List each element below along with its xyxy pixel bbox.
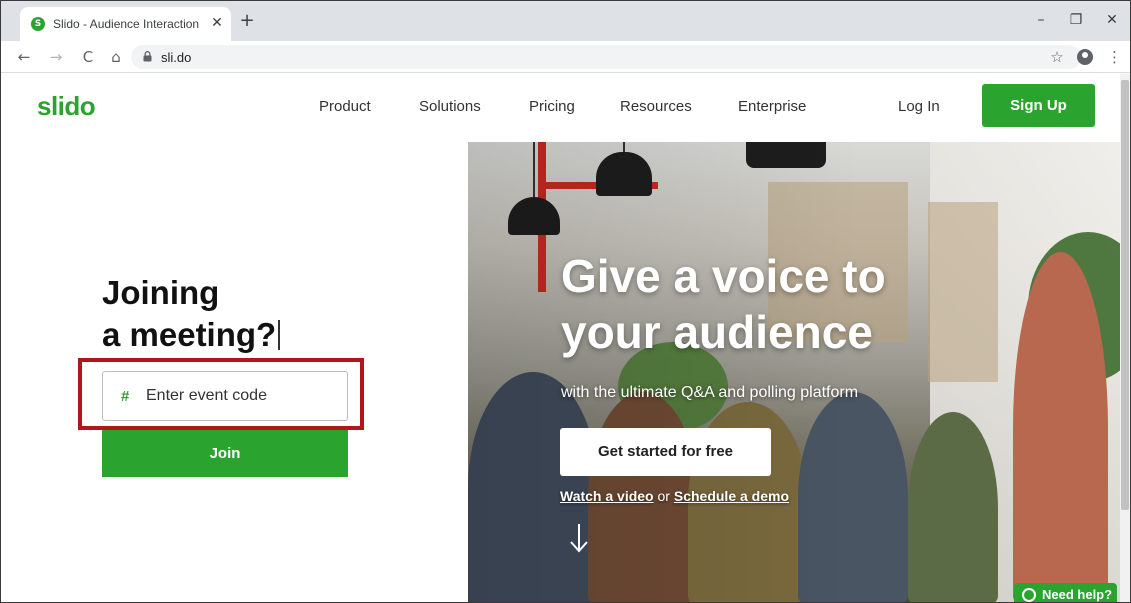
need-help-button[interactable]: Need help? (1014, 583, 1117, 602)
slido-logo[interactable]: slido (37, 91, 96, 122)
new-tab-icon[interactable]: + (237, 11, 257, 31)
address-bar: ← → C ⌂ sli.do ☆ ⋮ (1, 41, 1130, 73)
nav-resources[interactable]: Resources (620, 98, 692, 115)
hero-subtitle: with the ultimate Q&A and polling platfo… (561, 384, 859, 401)
page-scrollbar[interactable] (1120, 74, 1130, 602)
back-icon[interactable]: ← (13, 46, 35, 68)
hash-icon: # (121, 388, 130, 405)
schedule-demo-link[interactable]: Schedule a demo (674, 488, 789, 504)
hero-title-line1: Give a voice to (561, 250, 886, 302)
hero-title-line2: your audience (561, 306, 873, 358)
watch-video-link[interactable]: Watch a video (560, 488, 654, 504)
chat-bubble-icon (1022, 588, 1036, 602)
join-heading-line2: a meeting? (102, 314, 382, 356)
browser-window: S Slido - Audience Interaction Mad ✕ + –… (0, 0, 1131, 603)
nav-product[interactable]: Product (319, 98, 371, 115)
url-field[interactable]: sli.do (131, 45, 1081, 69)
browser-menu-icon[interactable]: ⋮ (1107, 46, 1122, 68)
nav-pricing[interactable]: Pricing (529, 98, 575, 115)
window-close-icon[interactable]: ✕ (1097, 9, 1127, 31)
text-caret (278, 320, 281, 350)
profile-avatar-icon[interactable] (1077, 49, 1093, 65)
reload-icon[interactable]: C (77, 46, 99, 68)
url-text: sli.do (161, 50, 192, 65)
login-link[interactable]: Log In (898, 98, 940, 115)
event-code-placeholder: Enter event code (146, 387, 267, 404)
restore-icon[interactable]: ❐ (1061, 9, 1091, 31)
bookmark-star-icon[interactable]: ☆ (1046, 46, 1068, 68)
minimize-icon[interactable]: – (1026, 9, 1056, 31)
hero-overlay (468, 142, 1120, 602)
join-heading: Joining a meeting? (102, 272, 382, 356)
browser-tab[interactable]: S Slido - Audience Interaction Mad ✕ (20, 7, 231, 41)
hero-links-or: or (653, 488, 674, 504)
join-heading-line1: Joining (102, 274, 220, 311)
hero-image: Give a voice to your audience with the u… (468, 142, 1120, 602)
tab-strip: S Slido - Audience Interaction Mad ✕ + –… (1, 1, 1130, 41)
nav-solutions[interactable]: Solutions (419, 98, 481, 115)
scroll-down-arrow-icon[interactable] (569, 522, 589, 554)
hero-links: Watch a video or Schedule a demo (560, 488, 789, 504)
tab-close-icon[interactable]: ✕ (208, 13, 226, 33)
hero-title: Give a voice to your audience (561, 248, 1101, 360)
sign-up-button[interactable]: Sign Up (982, 84, 1095, 127)
home-icon[interactable]: ⌂ (105, 46, 127, 68)
event-code-input[interactable]: # Enter event code (102, 371, 348, 421)
get-started-button[interactable]: Get started for free (560, 428, 771, 476)
join-button[interactable]: Join (102, 430, 348, 477)
lock-icon (143, 51, 152, 62)
join-heading-line2-text: a meeting? (102, 316, 277, 353)
web-page: slido Product Solutions Pricing Resource… (1, 74, 1130, 602)
nav-enterprise[interactable]: Enterprise (738, 98, 806, 115)
need-help-label: Need help? (1042, 587, 1113, 602)
slido-favicon-icon: S (31, 17, 45, 31)
scrollbar-thumb[interactable] (1121, 80, 1129, 510)
tab-title: Slido - Audience Interaction Mad (53, 17, 203, 31)
forward-icon[interactable]: → (45, 46, 67, 68)
